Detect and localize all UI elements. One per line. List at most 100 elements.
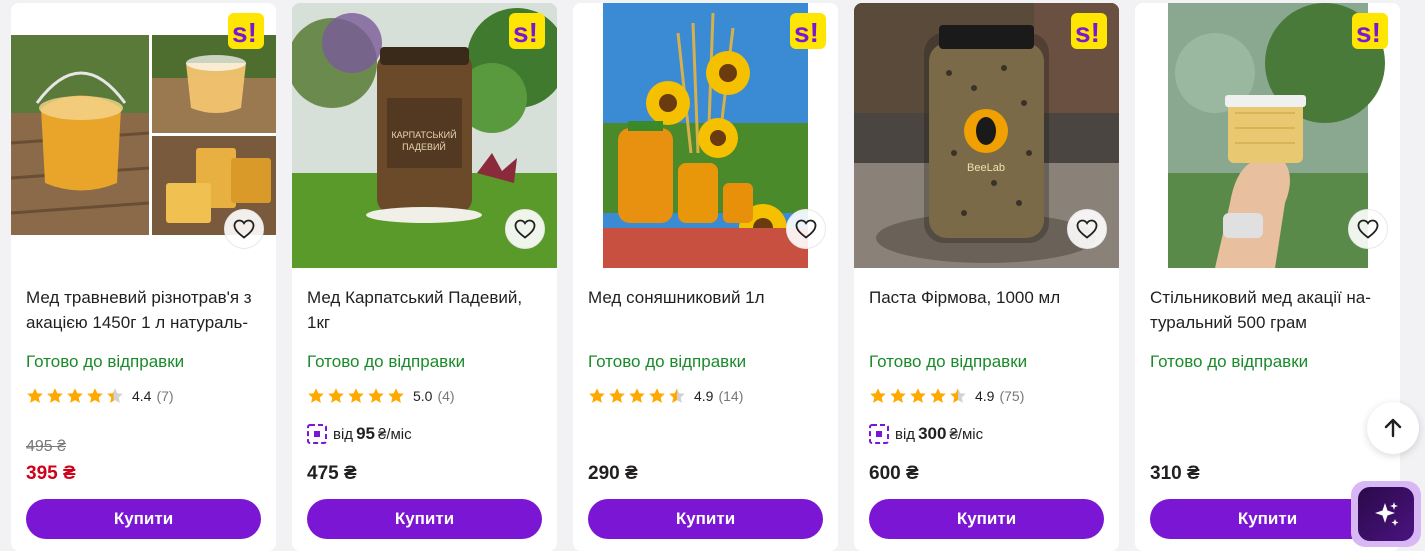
review-count: (7) [156,388,174,404]
availability-status: Готово до відправки [26,352,185,371]
buy-button[interactable]: Купити [26,499,261,539]
svg-text:s!: s! [513,17,538,48]
heart-icon [795,219,817,239]
star-icon [328,388,344,403]
star-icon [629,388,645,403]
product-rating[interactable]: 4.9 (14) [588,387,743,405]
installment-prefix: від [895,425,916,443]
super-deal-badge-icon: s! [228,13,264,49]
product-title[interactable]: Стільниковий мед акації на-турaльний 500… [1150,285,1390,335]
availability-status: Готово до відправки [869,352,1028,371]
buy-button[interactable]: Купити [588,499,823,539]
star-icon [87,388,103,403]
star-icon [308,388,324,403]
rating-value: 4.9 [975,388,995,404]
rating-value: 5.0 [413,388,433,404]
product-image[interactable]: s! [573,3,838,268]
installment-icon [869,424,889,444]
star-icon [649,388,665,403]
star-icon [609,388,625,403]
availability-status: Готово до відправки [1150,352,1309,371]
product-card[interactable]: КАРПАТСЬКИЙ ПАДЕВИЙ s! Мед Карпатський П… [292,3,557,551]
star-icon [47,388,63,403]
super-deal-badge-icon: s! [790,13,826,49]
product-image[interactable]: s! [1135,3,1400,268]
star-icon [27,388,43,403]
rating-stars [869,387,967,405]
jar-label-line1: КАРПАТСЬКИЙ [391,129,456,140]
product-card[interactable]: s! Стільниковий мед акації на-турaльний … [1135,3,1400,551]
installment-amount: 95 [356,424,375,443]
star-icon [870,388,886,403]
installment-prefix: від [333,425,354,443]
scroll-to-top-button[interactable] [1367,402,1419,454]
heart-icon [1357,219,1379,239]
super-deal-badge-icon: s! [1352,13,1388,49]
product-card[interactable]: s! Мед соняшниковий 1л Готово до відправ… [573,3,838,551]
review-count: (4) [437,388,455,404]
favorite-button[interactable] [1067,209,1107,249]
product-card[interactable]: BeeLab s! Паста Фірмова, 1000 мл Готово … [854,3,1119,551]
price: 290 ₴ [588,463,638,484]
installment-offer[interactable]: від 300 ₴/міс [869,424,983,444]
star-icon [890,388,906,403]
favorite-button[interactable] [786,209,826,249]
installment-suffix: ₴/міс [949,425,984,443]
svg-text:s!: s! [1356,17,1381,48]
star-icon [107,388,123,403]
super-deal-badge-icon: s! [1071,13,1107,49]
product-image[interactable]: s! [11,3,276,268]
favorite-button[interactable] [505,209,545,249]
installment-amount: 300 [918,424,947,443]
star-icon [669,388,685,403]
old-price: 495 ₴ [26,438,67,455]
heart-icon [233,219,255,239]
rating-stars [26,387,124,405]
rating-value: 4.4 [132,388,152,404]
installment-offer[interactable]: від 95 ₴/міс [307,424,412,444]
svg-text:s!: s! [1075,17,1100,48]
review-count: (75) [999,388,1025,404]
favorite-button[interactable] [1348,209,1388,249]
product-image[interactable]: КАРПАТСЬКИЙ ПАДЕВИЙ s! [292,3,557,268]
buy-button[interactable]: Купити [869,499,1104,539]
arrow-up-icon [1384,418,1402,438]
installment-suffix: ₴/міс [377,425,412,443]
star-icon [910,388,926,403]
product-title[interactable]: Мед Карпатський Падевий, 1кг [307,285,547,335]
price: 600 ₴ [869,463,919,484]
rating-value: 4.9 [694,388,714,404]
svg-text:s!: s! [232,17,257,48]
product-rating[interactable]: 4.9 (75) [869,387,1024,405]
star-icon [930,388,946,403]
product-title[interactable]: Мед травневий різнотрав'я з акацією 1450… [26,285,266,335]
product-image[interactable]: BeeLab s! [854,3,1119,268]
ai-assistant-button[interactable] [1351,481,1421,547]
product-grid: s! Мед травневий різнотрав'я з акацією 1… [11,3,1400,551]
star-icon [589,388,605,403]
price: 310 ₴ [1150,463,1200,484]
star-icon [388,388,404,403]
product-rating[interactable]: 5.0 (4) [307,387,455,405]
price: 475 ₴ [307,463,357,484]
star-icon [348,388,364,403]
sale-price: 395 ₴ [26,463,76,484]
product-title[interactable]: Мед соняшниковий 1л [588,285,828,335]
jar-brand-label: BeeLab [967,162,1005,174]
heart-icon [1076,219,1098,239]
sparkle-icon [1375,502,1399,526]
buy-button[interactable]: Купити [307,499,542,539]
favorite-button[interactable] [224,209,264,249]
installment-icon [307,424,327,444]
availability-status: Готово до відправки [307,352,466,371]
heart-icon [514,219,536,239]
product-rating[interactable]: 4.4 (7) [26,387,174,405]
jar-label-line2: ПАДЕВИЙ [402,141,446,152]
product-card[interactable]: s! Мед травневий різнотрав'я з акацією 1… [11,3,276,551]
review-count: (14) [718,388,744,404]
buy-button[interactable]: Купити [1150,499,1385,539]
product-title[interactable]: Паста Фірмова, 1000 мл [869,285,1109,335]
super-deal-badge-icon: s! [509,13,545,49]
availability-status: Готово до відправки [588,352,747,371]
rating-stars [588,387,686,405]
